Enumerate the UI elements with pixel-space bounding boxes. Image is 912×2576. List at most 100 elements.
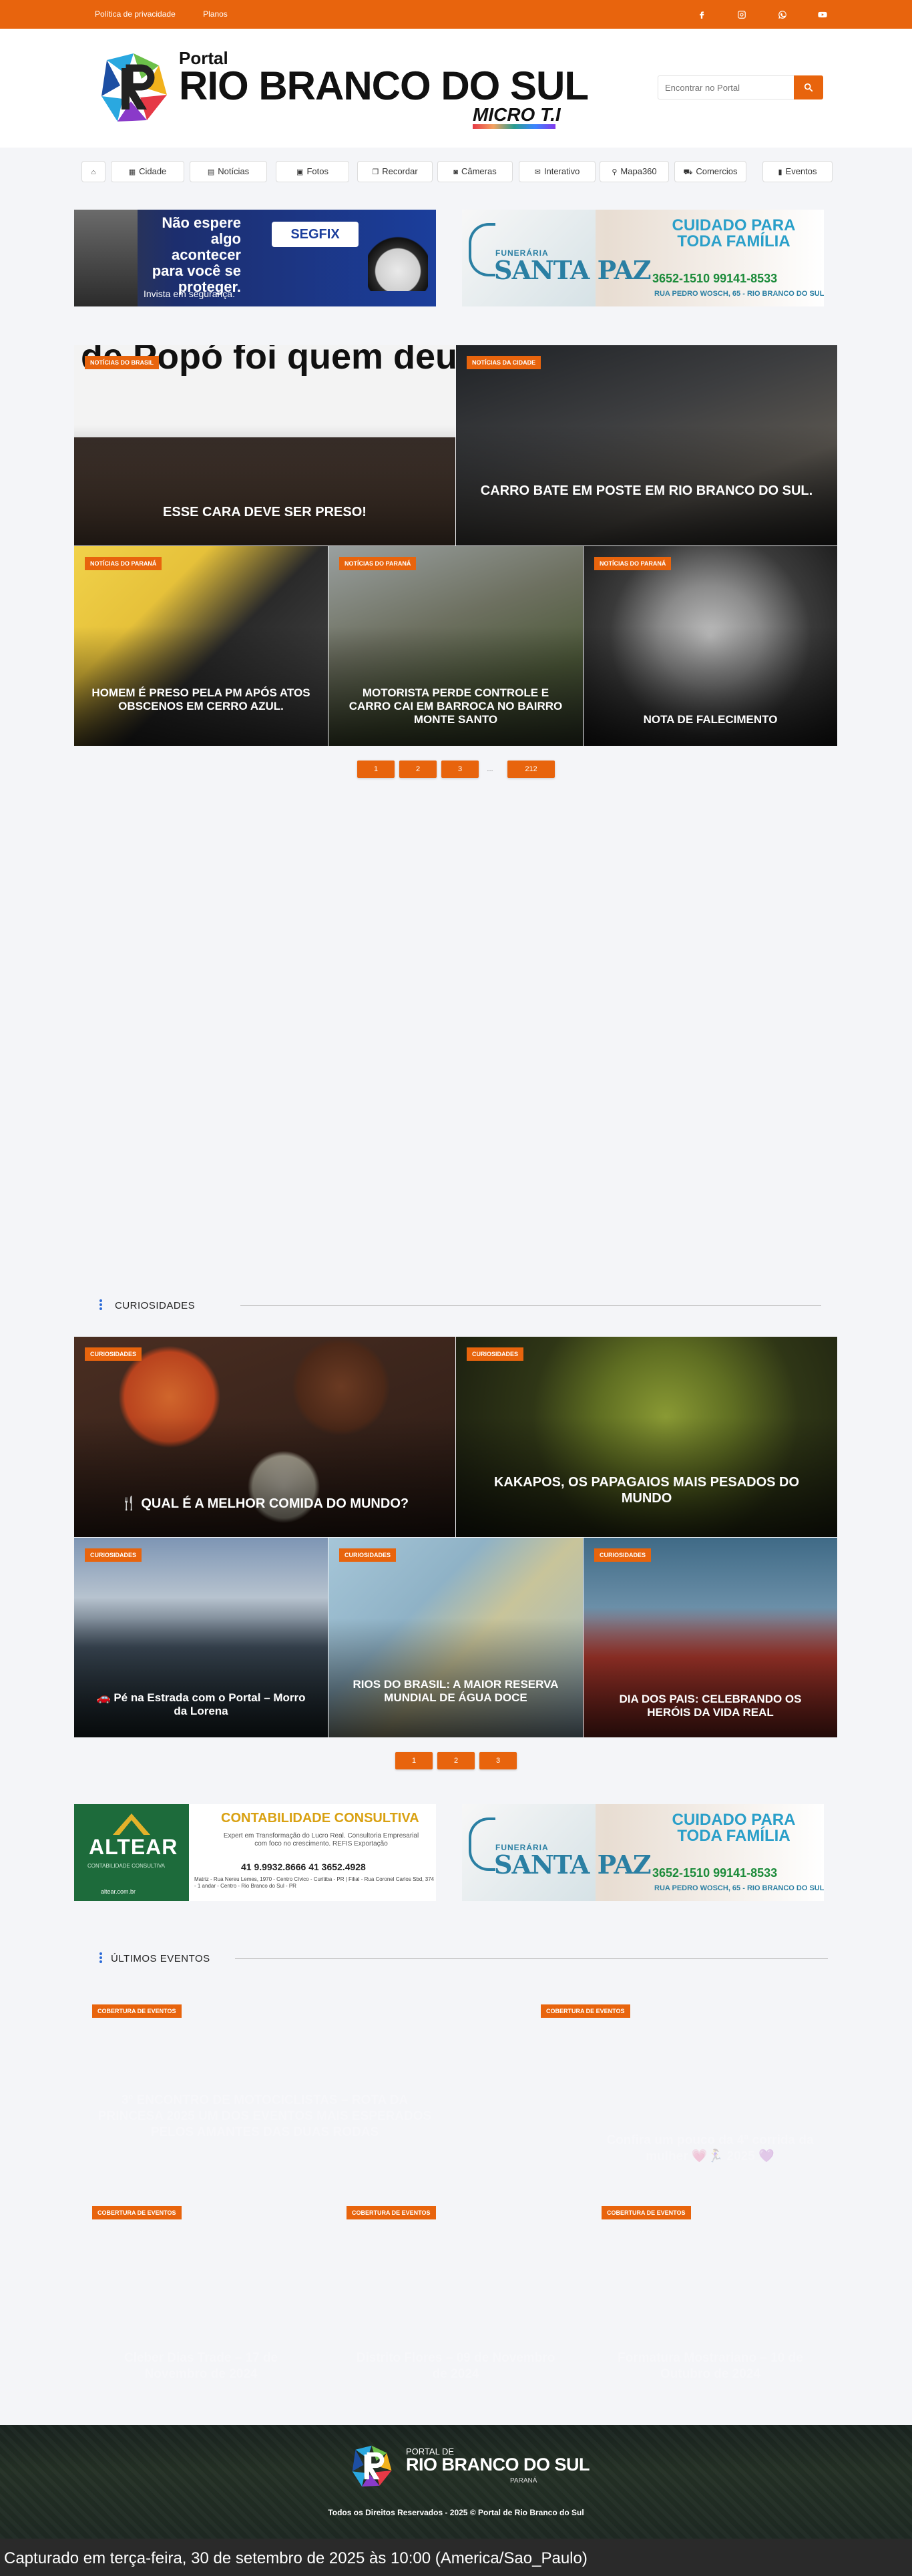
santa-paz-banner-middle[interactable]: FUNERÁRIA SANTA PAZ CUIDADO PARA TODA FA… <box>462 1804 824 1901</box>
site-logo[interactable]: Portal RIO BRANCO DO SUL MICRO T.I <box>93 48 601 135</box>
nav-noticias[interactable]: ▤ Notícias <box>190 161 267 182</box>
curiosidade-card[interactable]: CURIOSIDADES DIA DOS PAIS: CELEBRANDO OS… <box>584 1538 837 1737</box>
event-title[interactable]: Distrito Flores – 09 de Novembro de 2024 <box>349 2350 563 2382</box>
privacy-policy-link[interactable]: Política de privacidade <box>95 9 176 19</box>
news-title[interactable]: MOTORISTA PERDE CONTROLE E CARRO CAI EM … <box>343 686 568 726</box>
news-tag[interactable]: NOTÍCIAS DA CIDADE <box>467 356 541 369</box>
home-icon: ⌂ <box>91 168 96 176</box>
search-button[interactable] <box>794 75 823 99</box>
news-tag[interactable]: NOTÍCIAS DO PARANÁ <box>85 557 162 570</box>
page-button[interactable]: 1 <box>357 761 395 778</box>
news-tag[interactable]: CURIOSIDADES <box>85 1347 142 1361</box>
segfix-logo: SEGFIX <box>272 222 359 247</box>
altear-headline: CONTABILIDADE CONSULTIVA <box>221 1811 419 1826</box>
footer-title-text: RIO BRANCO DO SUL <box>406 2454 590 2475</box>
event-title[interactable]: Cleber Dias Trade – 17 de Novembro de 20… <box>94 2350 308 2382</box>
news-tag[interactable]: CURIOSIDADES <box>467 1347 524 1361</box>
news-card[interactable]: NOTÍCIAS DO PARANÁ NOTA DE FALECIMENTO <box>584 546 837 746</box>
book-icon: ▮ <box>778 168 782 176</box>
news-tag[interactable]: CURIOSIDADES <box>85 1548 142 1562</box>
news-tag[interactable]: NOTÍCIAS DO PARANÁ <box>339 557 417 570</box>
page-ellipsis: ... <box>487 765 493 773</box>
nav-recordar[interactable]: ❐ Recordar <box>357 161 433 182</box>
altear-phones: 41 9.9932.8666 41 3652.4928 <box>241 1862 366 1872</box>
site-header: Portal RIO BRANCO DO SUL MICRO T.I <box>0 29 912 148</box>
event-card[interactable]: COBERTURA DE EVENTOS Formatura Mostraria… <box>584 2206 837 2393</box>
news-card[interactable]: NOTÍCIAS DO PARANÁ HOMEM É PRESO PELA PM… <box>74 546 328 746</box>
news-grid: de Popó foi quem deu soco em Wanderlei S… <box>74 345 837 746</box>
page-button[interactable]: 2 <box>437 1752 475 1769</box>
search-form <box>658 75 823 99</box>
news-title[interactable]: 🍴 QUAL É A MELHOR COMIDA DO MUNDO? <box>94 1496 435 1512</box>
news-title[interactable]: CARRO BATE EM POSTE EM RIO BRANCO DO SUL… <box>476 483 817 499</box>
event-title[interactable]: 3º ENCONTRO DE MOTOCICLISTAS – ROTA DA P… <box>94 2093 435 2141</box>
news-title[interactable]: DIA DOS PAIS: CELEBRANDO OS HERÓIS DA VI… <box>598 1693 823 1719</box>
event-tag[interactable]: COBERTURA DE EVENTOS <box>92 2004 182 2018</box>
event-card[interactable]: COBERTURA DE EVENTOS Confira um pouco da… <box>456 2004 837 2191</box>
site-footer: PORTAL DE RIO BRANCO DO SUL PARANÁ Todos… <box>0 2425 912 2539</box>
nav-mapa360[interactable]: ⚲ Mapa360 <box>600 161 669 182</box>
news-tag[interactable]: NOTÍCIAS DO PARANÁ <box>594 557 672 570</box>
event-tag[interactable]: COBERTURA DE EVENTOS <box>347 2206 436 2219</box>
event-title[interactable]: Formatura Mostrariano – 10 de Outubro de… <box>604 2350 817 2382</box>
segfix-banner[interactable]: Não espere algo acontecer para você se p… <box>74 210 436 306</box>
event-card[interactable]: COBERTURA DE EVENTOS Cleber Dias Trade –… <box>74 2206 328 2393</box>
curiosidade-card[interactable]: CURIOSIDADES KAKAPOS, OS PAPAGAIOS MAIS … <box>456 1337 837 1537</box>
event-tag[interactable]: COBERTURA DE EVENTOS <box>92 2206 182 2219</box>
search-input[interactable] <box>658 75 794 99</box>
section-dots-icon <box>99 1952 102 1964</box>
nav-fotos[interactable]: ▣ Fotos <box>276 161 349 182</box>
event-card[interactable]: COBERTURA DE EVENTOS 3º ENCONTRO DE MOTO… <box>74 2004 455 2191</box>
news-tag[interactable]: NOTÍCIAS DO BRASIL <box>85 356 160 369</box>
nav-interativo[interactable]: ✉ Interativo <box>519 161 596 182</box>
curiosidades-grid: CURIOSIDADES 🍴 QUAL É A MELHOR COMIDA DO… <box>74 1337 837 1737</box>
news-title[interactable]: RIOS DO BRASIL: A MAIOR RESERVA MUNDIAL … <box>343 1678 568 1705</box>
event-tag[interactable]: COBERTURA DE EVENTOS <box>541 2004 630 2018</box>
capture-timestamp: Capturado em terça-feira, 30 de setembro… <box>4 2549 588 2567</box>
news-card[interactable]: NOTÍCIAS DO PARANÁ MOTORISTA PERDE CONTR… <box>328 546 583 746</box>
section-divider <box>240 1305 821 1306</box>
news-card[interactable]: NOTÍCIAS DA CIDADE CARRO BATE EM POSTE E… <box>456 345 837 546</box>
nav-label: Recordar <box>382 166 418 176</box>
news-title[interactable]: HOMEM É PRESO PELA PM APÓS ATOS OBSCENOS… <box>89 686 313 713</box>
news-title[interactable]: ESSE CARA DEVE SER PRESO! <box>94 504 435 520</box>
nav-cameras[interactable]: ◙ Câmeras <box>437 161 513 182</box>
news-title[interactable]: KAKAPOS, OS PAPAGAIOS MAIS PESADOS DO MU… <box>476 1474 817 1506</box>
page-button[interactable]: 3 <box>441 761 479 778</box>
page-button[interactable]: 3 <box>479 1752 517 1769</box>
altear-banner[interactable]: ALTEAR CONTABILIDADE CONSULTIVA altear.c… <box>74 1804 436 1901</box>
news-title[interactable]: 🚗 Pé na Estrada com o Portal – Morro da … <box>89 1691 313 1718</box>
security-camera-icon <box>368 224 428 291</box>
cart-icon: ⛟ <box>683 168 693 176</box>
plans-link[interactable]: Planos <box>203 9 228 19</box>
section-divider <box>235 1958 828 1959</box>
funeral-logo-icon <box>469 1817 495 1871</box>
curiosidade-card[interactable]: CURIOSIDADES 🍴 QUAL É A MELHOR COMIDA DO… <box>74 1337 455 1537</box>
whatsapp-icon[interactable] <box>775 7 790 21</box>
news-tag[interactable]: CURIOSIDADES <box>594 1548 652 1562</box>
news-title[interactable]: NOTA DE FALECIMENTO <box>598 713 823 726</box>
news-card[interactable]: de Popó foi quem deu soco em Wanderlei S… <box>74 345 455 546</box>
youtube-icon[interactable] <box>815 7 830 21</box>
facebook-icon[interactable] <box>694 7 709 21</box>
nav-label: Notícias <box>218 166 250 176</box>
page-button[interactable]: 1 <box>395 1752 433 1769</box>
event-title[interactable]: Confira um pouco da 4ª corrida da mulher… <box>603 2133 817 2165</box>
nav-label: Eventos <box>785 166 817 176</box>
news-tag[interactable]: CURIOSIDADES <box>339 1548 397 1562</box>
footer-logo[interactable]: PORTAL DE RIO BRANCO DO SUL PARANÁ <box>346 2442 590 2491</box>
nav-comercios[interactable]: ⛟ Comercios <box>674 161 746 182</box>
nav-cidade[interactable]: ▦ Cidade <box>111 161 184 182</box>
event-tag[interactable]: COBERTURA DE EVENTOS <box>602 2206 691 2219</box>
logo-title-text: RIO BRANCO DO SUL <box>179 63 589 108</box>
eventos-grid: COBERTURA DE EVENTOS 3º ENCONTRO DE MOTO… <box>74 2004 837 2405</box>
instagram-icon[interactable] <box>734 7 749 21</box>
curiosidade-card[interactable]: CURIOSIDADES 🚗 Pé na Estrada com o Porta… <box>74 1538 328 1737</box>
nav-home[interactable]: ⌂ <box>81 161 105 182</box>
event-card[interactable]: COBERTURA DE EVENTOS Distrito Flores – 0… <box>328 2206 583 2393</box>
page-button[interactable]: 2 <box>399 761 437 778</box>
nav-eventos[interactable]: ▮ Eventos <box>762 161 833 182</box>
page-button[interactable]: 212 <box>507 761 555 778</box>
santa-paz-banner-top[interactable]: FUNERÁRIA SANTA PAZ CUIDADO PARA TODA FA… <box>462 210 824 306</box>
curiosidade-card[interactable]: CURIOSIDADES RIOS DO BRASIL: A MAIOR RES… <box>328 1538 583 1737</box>
